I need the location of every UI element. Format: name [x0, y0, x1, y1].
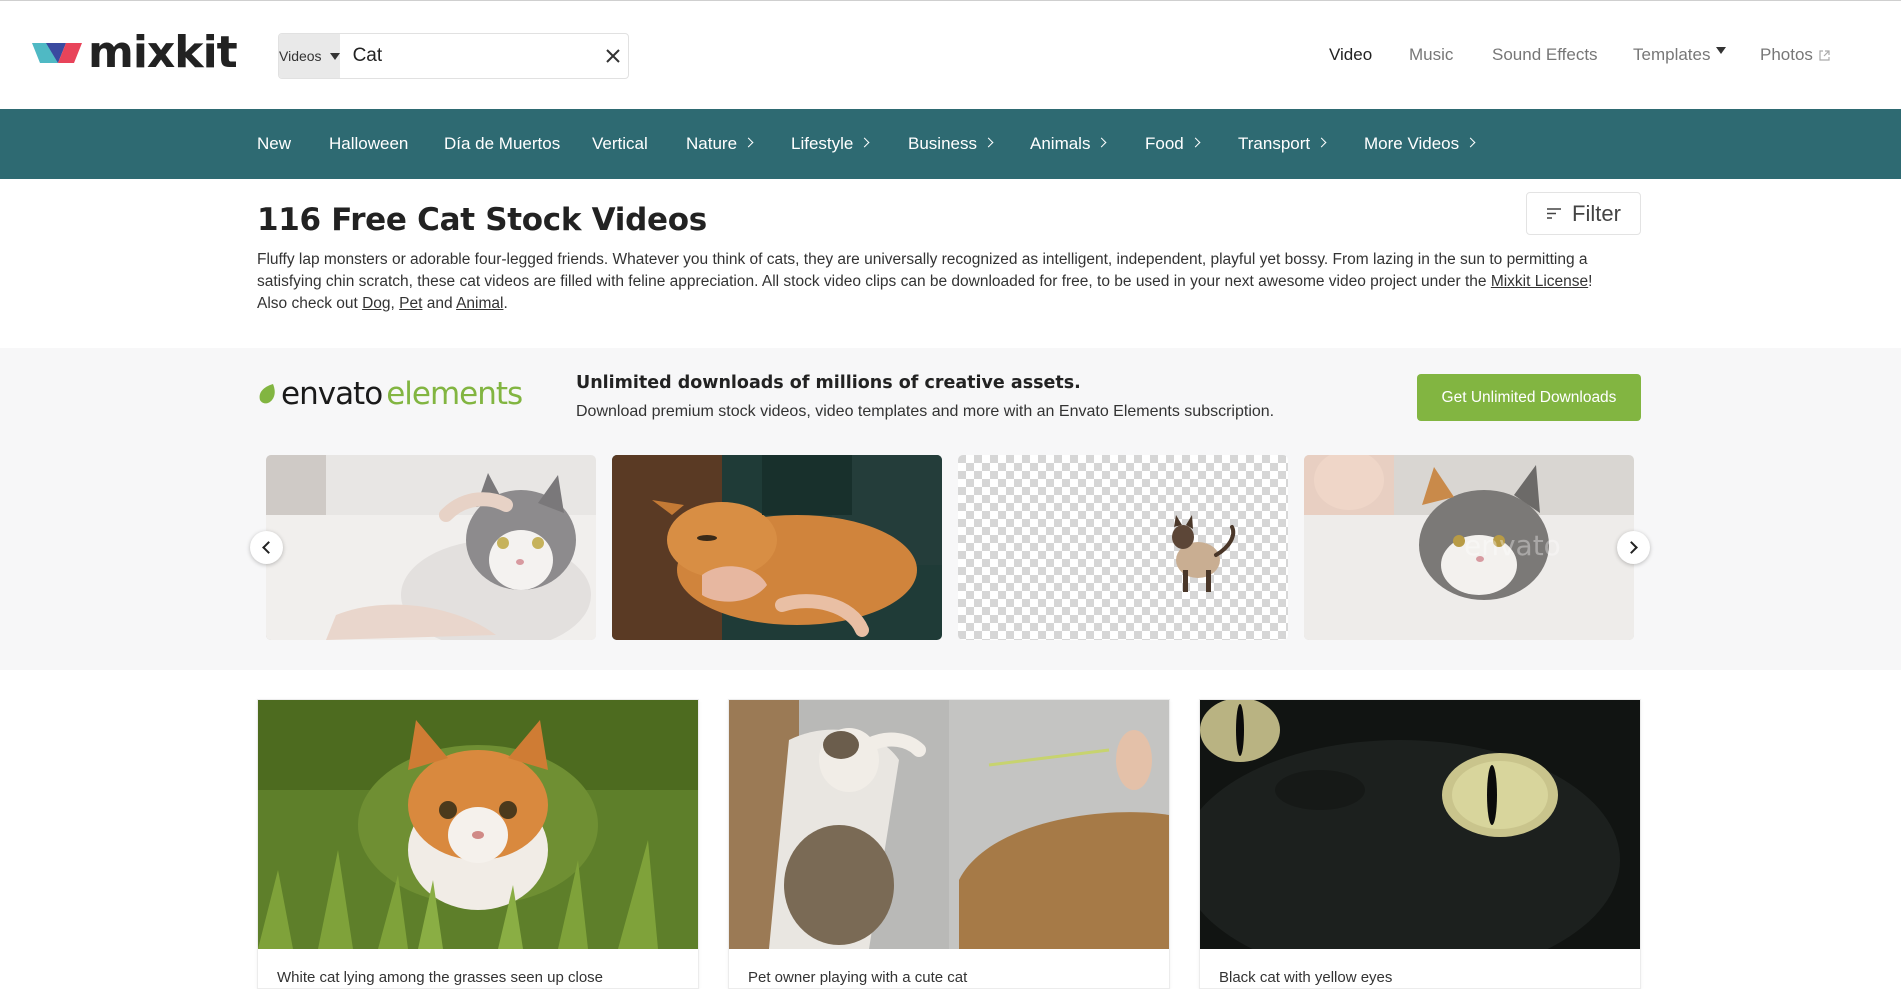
- elements-logo-word: elements: [386, 376, 523, 412]
- video-title[interactable]: White cat lying among the grasses seen u…: [277, 969, 603, 986]
- description-text: Fluffy lap monsters or adorable four-leg…: [257, 251, 1588, 290]
- category-dia-de-muertos[interactable]: Día de Muertos: [444, 109, 560, 179]
- external-link-icon: [1819, 49, 1830, 61]
- nav-templates-dropdown[interactable]: Templates: [1633, 45, 1727, 65]
- filter-button[interactable]: Filter: [1526, 192, 1641, 235]
- category-business[interactable]: Business: [908, 109, 994, 179]
- chevron-right-icon: [1625, 541, 1638, 554]
- nav-music[interactable]: Music: [1409, 45, 1453, 65]
- category-bar: New Halloween Día de Muertos Vertical Na…: [0, 109, 1901, 179]
- category-nature[interactable]: Nature: [686, 109, 754, 179]
- cat-playing-with-toy-image: [729, 700, 1169, 949]
- dog-link[interactable]: Dog: [362, 295, 390, 312]
- chevron-right-icon: [983, 137, 994, 148]
- nav-photos[interactable]: Photos: [1760, 45, 1813, 65]
- video-card[interactable]: Black cat with yellow eyes: [1199, 699, 1641, 989]
- search-bar: Videos: [278, 33, 629, 79]
- video-card[interactable]: Pet owner playing with a cute cat: [728, 699, 1170, 989]
- category-food[interactable]: Food: [1145, 109, 1201, 179]
- get-unlimited-downloads-button[interactable]: Get Unlimited Downloads: [1417, 374, 1641, 421]
- chevron-right-icon: [1316, 137, 1327, 148]
- chevron-left-icon: [262, 541, 275, 554]
- search-type-label: Videos: [279, 48, 322, 64]
- svg-text:envato: envato: [1464, 529, 1561, 562]
- carousel-next-button[interactable]: [1617, 531, 1650, 564]
- carousel-thumbnail[interactable]: [612, 455, 942, 640]
- video-title[interactable]: Black cat with yellow eyes: [1219, 969, 1392, 986]
- category-label: Transport: [1238, 134, 1311, 153]
- carousel-thumbnail[interactable]: [266, 455, 596, 640]
- category-halloween[interactable]: Halloween: [329, 109, 408, 179]
- envato-elements-logo[interactable]: envato elements: [257, 376, 523, 412]
- category-label: Nature: [686, 134, 738, 153]
- description-text: ,: [390, 295, 400, 312]
- mixkit-logo-icon: [32, 43, 82, 63]
- animal-link[interactable]: Animal: [456, 295, 503, 312]
- envato-leaf-icon: [259, 384, 275, 404]
- cat-held-in-arms-image: [266, 455, 596, 640]
- promo-subline: Download premium stock videos, video tem…: [576, 403, 1275, 420]
- promo-headline: Unlimited downloads of millions of creat…: [576, 373, 1081, 393]
- chevron-right-icon: [859, 137, 870, 148]
- category-label: Día de Muertos: [444, 134, 561, 153]
- chevron-right-icon: [1097, 137, 1107, 148]
- description-text: and: [422, 295, 457, 312]
- calico-cat-with-woman-image: envato: [1304, 455, 1634, 640]
- category-more-videos[interactable]: More Videos: [1364, 109, 1476, 179]
- close-icon: [606, 49, 620, 63]
- category-label: New: [257, 134, 292, 153]
- category-label: Vertical: [592, 134, 648, 153]
- category-label: Animals: [1030, 134, 1091, 153]
- category-label: Business: [908, 134, 977, 153]
- pet-link[interactable]: Pet: [399, 295, 422, 312]
- mixkit-logo[interactable]: mixkit: [32, 27, 238, 78]
- video-thumbnail[interactable]: [258, 700, 698, 949]
- nav-templates[interactable]: Templates: [1633, 45, 1710, 65]
- mixkit-license-link[interactable]: Mixkit License: [1491, 273, 1588, 290]
- category-label: Halloween: [329, 134, 409, 153]
- filter-label: Filter: [1572, 200, 1621, 226]
- envato-logo-word: envato: [281, 376, 383, 412]
- video-thumbnail[interactable]: [729, 700, 1169, 949]
- page-description: Fluffy lap monsters or adorable four-leg…: [257, 249, 1597, 315]
- clear-search-button[interactable]: [598, 34, 628, 78]
- black-cat-yellow-eyes-image: [1200, 700, 1640, 949]
- category-vertical[interactable]: Vertical: [592, 109, 648, 179]
- filter-icon: [1547, 208, 1562, 219]
- category-transport[interactable]: Transport: [1238, 109, 1327, 179]
- mixkit-wordmark: mixkit: [88, 27, 238, 78]
- chevron-right-icon: [1465, 137, 1476, 148]
- category-label: More Videos: [1364, 134, 1460, 153]
- category-animals[interactable]: Animals: [1030, 109, 1107, 179]
- chevron-right-icon: [743, 137, 754, 148]
- description-text: .: [503, 295, 508, 312]
- chevron-right-icon: [1190, 137, 1201, 148]
- search-type-dropdown[interactable]: Videos: [279, 34, 340, 78]
- video-card[interactable]: White cat lying among the grasses seen u…: [257, 699, 699, 989]
- category-label: Food: [1145, 134, 1184, 153]
- caret-down-icon: [329, 52, 340, 60]
- triangle-down-icon: [1716, 46, 1727, 54]
- category-lifestyle[interactable]: Lifestyle: [791, 109, 870, 179]
- video-title[interactable]: Pet owner playing with a cute cat: [748, 969, 967, 986]
- orange-cat-petted-image: [612, 455, 942, 640]
- category-new[interactable]: New: [257, 109, 291, 179]
- siamese-cat-transparent-image: [958, 455, 1288, 640]
- page-title: 116 Free Cat Stock Videos: [257, 202, 707, 238]
- category-label: Lifestyle: [791, 134, 854, 153]
- search-input[interactable]: [339, 34, 598, 78]
- site-header: mixkit Videos Video Music Sound Effects …: [0, 1, 1901, 109]
- white-orange-cat-in-grass-image: [258, 700, 698, 949]
- carousel-thumbnail[interactable]: [958, 455, 1288, 640]
- carousel-prev-button[interactable]: [250, 531, 283, 564]
- carousel-thumbnail[interactable]: envato: [1304, 455, 1634, 640]
- nav-video[interactable]: Video: [1329, 45, 1372, 65]
- nav-sound-effects[interactable]: Sound Effects: [1492, 45, 1598, 65]
- video-thumbnail[interactable]: [1200, 700, 1640, 949]
